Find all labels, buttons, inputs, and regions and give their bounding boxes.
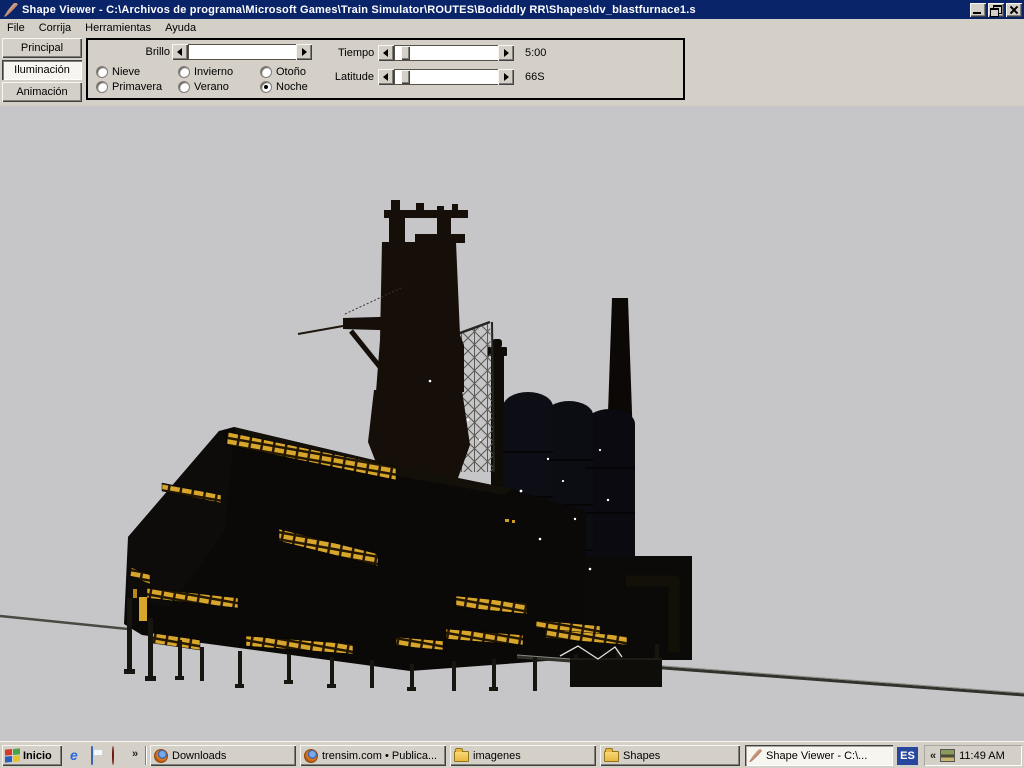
latitude-track[interactable] [394,69,498,85]
tiempo-slider [378,45,514,61]
tiempo-track[interactable] [394,45,498,61]
taskbar-clock: 11:49 AM [959,750,1005,762]
menu-corrija[interactable]: Corrija [32,21,78,35]
mail-client-icon[interactable] [91,747,107,763]
task-downloads-label: Downloads [172,750,226,762]
tiempo-arrow-right-icon[interactable] [498,45,514,61]
shape-viewer-icon [4,3,18,17]
menu-bar: File Corrija Herramientas Ayuda [0,19,1024,36]
radio-primavera-label[interactable]: Primavera [112,81,162,93]
latitude-label: Latitude [330,71,374,83]
brillo-label: Brillo [146,46,170,58]
menu-herramientas[interactable]: Herramientas [78,21,158,35]
task-shape-viewer[interactable]: Shape Viewer - C:\... [745,745,893,766]
tray-utility-icon[interactable] [940,749,955,762]
radio-invierno-label[interactable]: Invierno [194,66,233,78]
internet-explorer-icon[interactable]: e [70,747,86,763]
blast-furnace-scene [0,106,1024,741]
task-imagenes-label: imagenes [473,750,521,762]
task-trensim[interactable]: trensim.com • Publica... [300,745,446,766]
tab-principal[interactable]: Principal [2,38,82,58]
radio-otono-label[interactable]: Otoño [276,66,306,78]
brillo-track[interactable] [188,44,296,60]
brillo-arrow-left-icon[interactable] [172,44,188,60]
task-trensim-label: trensim.com • Publica... [322,750,437,762]
radio-noche[interactable] [260,81,272,93]
control-panel: Principal Iluminación Animación Brillo T… [0,36,1024,106]
minimize-icon[interactable] [970,3,986,17]
latitude-thumb[interactable] [401,70,410,84]
latitude-arrow-right-icon[interactable] [498,69,514,85]
radio-otono[interactable] [260,66,272,78]
tray-collapse-chevron[interactable]: « [930,750,936,762]
model-viewport[interactable] [0,106,1024,741]
close-icon[interactable] [1006,3,1022,17]
tab-animacion[interactable]: Animación [2,82,82,102]
windows-flag-icon [5,748,20,762]
browser-ball-icon[interactable] [112,747,128,763]
taskbar: Inicio e » Downloads trensim.com • Publi… [0,741,1024,768]
shape-viewer-window: Shape Viewer - C:\Archivos de programa\M… [0,0,1024,768]
radio-verano-label[interactable]: Verano [194,81,229,93]
menu-file[interactable]: File [0,21,32,35]
tab-iluminacion[interactable]: Iluminación [2,60,82,80]
task-imagenes[interactable]: imagenes [450,745,596,766]
language-indicator[interactable]: ES [897,747,918,765]
tiempo-arrow-left-icon[interactable] [378,45,394,61]
firefox-icon [154,749,168,763]
lighting-groupbox: Brillo Tiempo 5:00 Latitude 66S [86,38,685,100]
latitude-slider [378,69,514,85]
start-label: Inicio [23,750,52,762]
furnace-tower [298,200,470,478]
restore-icon[interactable] [988,3,1004,17]
task-shapes-label: Shapes [623,750,660,762]
menu-ayuda[interactable]: Ayuda [158,21,203,35]
window-title: Shape Viewer - C:\Archivos de programa\M… [22,4,968,16]
tiempo-thumb[interactable] [401,46,410,60]
tiempo-value: 5:00 [525,47,546,59]
folder-icon [454,751,469,762]
tiempo-label: Tiempo [338,47,374,59]
brillo-slider [172,44,312,60]
task-shape-viewer-label: Shape Viewer - C:\... [766,750,867,762]
latitude-value: 66S [525,71,545,83]
radio-nieve[interactable] [96,66,108,78]
radio-nieve-label[interactable]: Nieve [112,66,140,78]
radio-primavera[interactable] [96,81,108,93]
title-bar: Shape Viewer - C:\Archivos de programa\M… [0,0,1024,19]
radio-verano[interactable] [178,81,190,93]
task-shapes[interactable]: Shapes [600,745,740,766]
brillo-arrow-right-icon[interactable] [296,44,312,60]
quick-launch-overflow-chevron[interactable]: » [132,748,138,760]
start-button[interactable]: Inicio [2,745,62,766]
system-tray: « 11:49 AM [924,745,1022,766]
radio-invierno[interactable] [178,66,190,78]
taskbar-divider [145,746,147,765]
firefox-icon [304,749,318,763]
track [0,616,128,629]
radio-noche-label[interactable]: Noche [276,81,308,93]
latitude-arrow-left-icon[interactable] [378,69,394,85]
folder-icon [604,751,619,762]
task-downloads[interactable]: Downloads [150,745,296,766]
shape-viewer-icon [749,749,762,762]
